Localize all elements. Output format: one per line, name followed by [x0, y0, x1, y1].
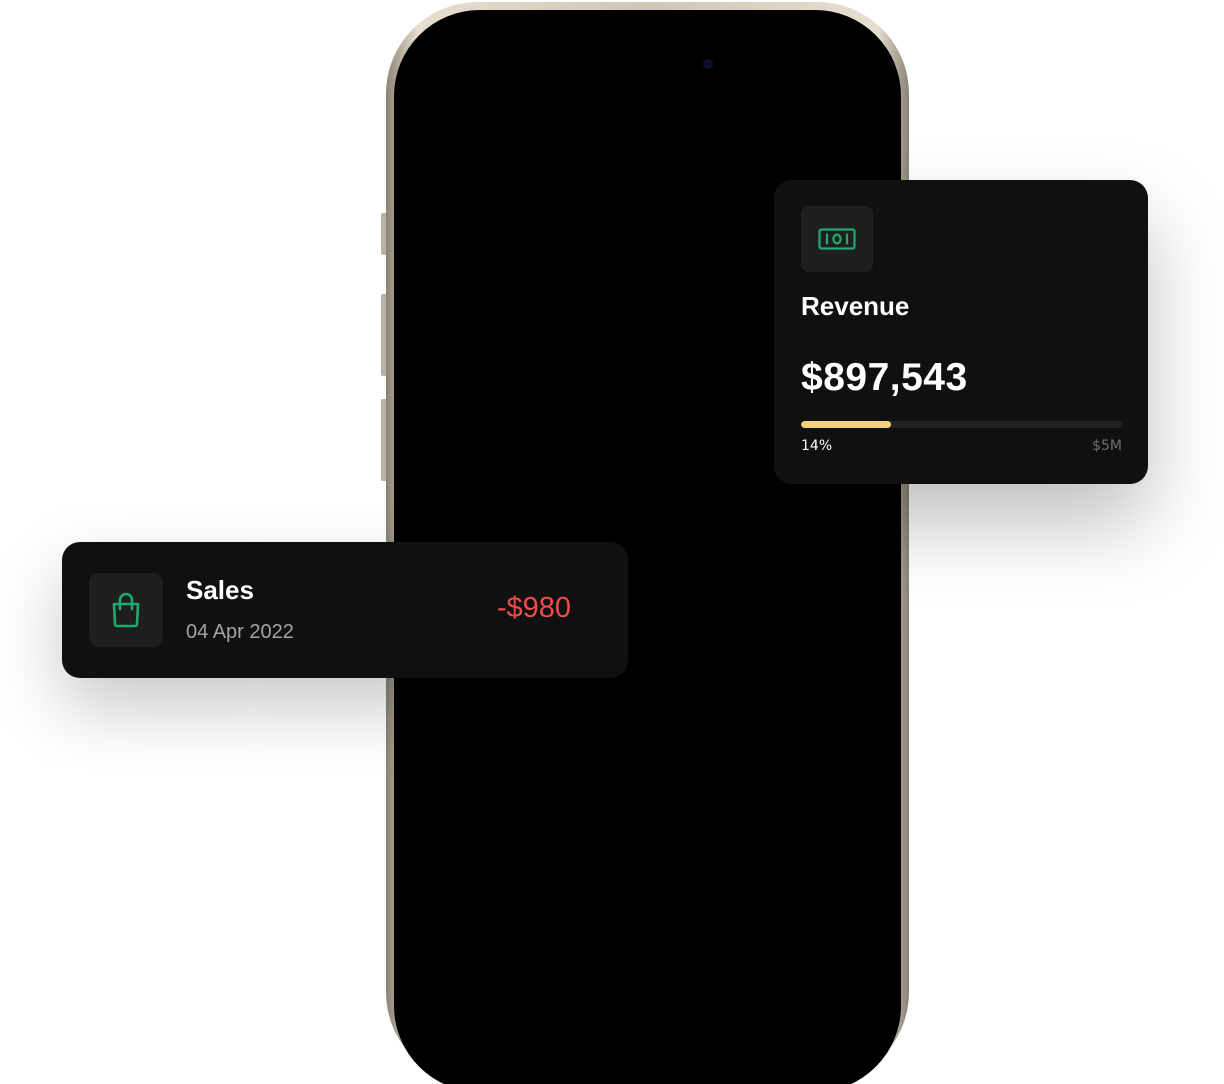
revenue-progress-fill — [801, 421, 891, 428]
shopping-bag-icon — [112, 592, 140, 628]
revenue-icon-tile — [801, 206, 873, 272]
revenue-card: Revenue $897,543 14% $5M — [774, 180, 1148, 484]
sales-icon-tile — [89, 573, 163, 647]
sales-card: Sales 04 Apr 2022 -$980 — [62, 542, 628, 678]
sales-date: 04 Apr 2022 — [186, 621, 294, 643]
revenue-progress-percent: 14% — [801, 438, 833, 454]
revenue-title: Revenue — [801, 291, 910, 321]
sales-title: Sales — [186, 575, 254, 605]
stage: Revenue $897,543 14% $5M Sales 04 Apr 20… — [0, 0, 1224, 1084]
banknote-icon — [818, 228, 856, 250]
front-camera — [704, 60, 712, 68]
revenue-amount: $897,543 — [801, 356, 968, 399]
revenue-progress-max: $5M — [1092, 438, 1122, 454]
sales-amount: -$980 — [496, 592, 571, 624]
revenue-progress-bar — [801, 421, 1122, 428]
